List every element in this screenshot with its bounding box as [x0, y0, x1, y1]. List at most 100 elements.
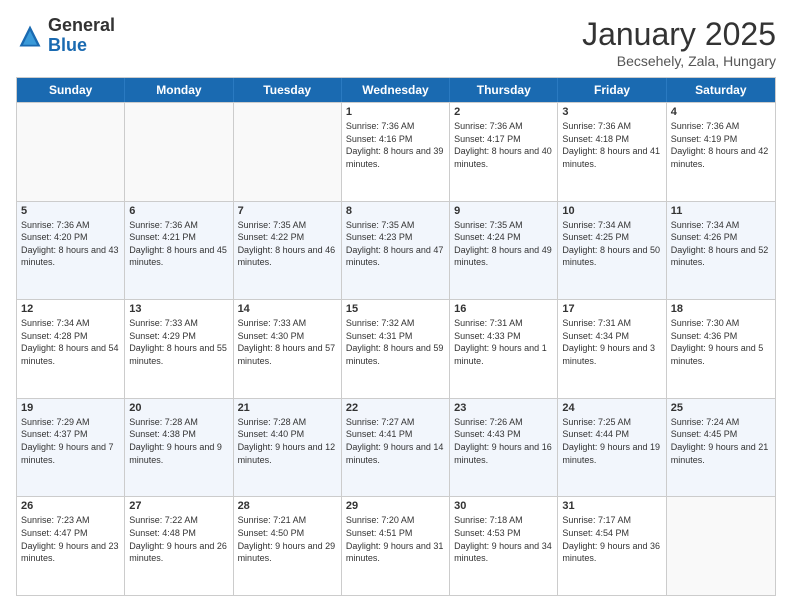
cell-text: Sunrise: 7:28 AM Sunset: 4:40 PM Dayligh… [238, 416, 337, 466]
calendar: SundayMondayTuesdayWednesdayThursdayFrid… [16, 77, 776, 596]
calendar-cell-day-25: 25Sunrise: 7:24 AM Sunset: 4:45 PM Dayli… [667, 399, 775, 497]
calendar-cell-day-9: 9Sunrise: 7:35 AM Sunset: 4:24 PM Daylig… [450, 202, 558, 300]
day-number: 1 [346, 106, 445, 118]
calendar-cell-empty [234, 103, 342, 201]
day-number: 10 [562, 205, 661, 217]
calendar-cell-day-15: 15 Sunrise: 7:32 AM Sunset: 4:31 PM Dayli… [342, 300, 450, 398]
cell-text: Sunrise: 7:26 AM Sunset: 4:43 PM Dayligh… [454, 416, 553, 466]
cell-text: Sunrise: 7:35 AM Sunset: 4:24 PM Dayligh… [454, 219, 553, 269]
calendar-cell-day-18: 18Sunrise: 7:30 AM Sunset: 4:36 PM Dayli… [667, 300, 775, 398]
cell-text: Sunrise: 7:28 AM Sunset: 4:38 PM Dayligh… [129, 416, 228, 466]
calendar-row-2: 5Sunrise: 7:36 AM Sunset: 4:20 PM Daylig… [17, 201, 775, 300]
calendar-cell-day-26: 26Sunrise: 7:23 AM Sunset: 4:47 PM Dayli… [17, 497, 125, 595]
calendar-cell-day-3: 3Sunrise: 7:36 AM Sunset: 4:18 PM Daylig… [558, 103, 666, 201]
calendar-row-3: 12Sunrise: 7:34 AM Sunset: 4:28 PM Dayli… [17, 299, 775, 398]
day-number: 16 [454, 303, 553, 315]
cell-text: Sunrise: 7:36 AM Sunset: 4:16 PM Dayligh… [346, 120, 445, 170]
cell-text: Sunrise: 7:21 AM Sunset: 4:50 PM Dayligh… [238, 514, 337, 564]
calendar-body: 1 Sunrise: 7:36 AM Sunset: 4:16 PM Daylig… [17, 102, 775, 595]
day-number: 8 [346, 205, 445, 217]
cell-text: Sunrise: 7:22 AM Sunset: 4:48 PM Dayligh… [129, 514, 228, 564]
day-number: 13 [129, 303, 228, 315]
cell-text: Sunrise: 7:36 AM Sunset: 4:20 PM Dayligh… [21, 219, 120, 269]
cell-text: Sunrise: 7:25 AM Sunset: 4:44 PM Dayligh… [562, 416, 661, 466]
cell-text: Sunrise: 7:36 AM Sunset: 4:21 PM Dayligh… [129, 219, 228, 269]
day-number: 15 [346, 303, 445, 315]
calendar-cell-day-24: 24Sunrise: 7:25 AM Sunset: 4:44 PM Dayli… [558, 399, 666, 497]
cell-text: Sunrise: 7:33 AM Sunset: 4:29 PM Dayligh… [129, 317, 228, 367]
calendar-cell-day-6: 6 Sunrise: 7:36 AM Sunset: 4:21 PM Daylig… [125, 202, 233, 300]
cell-text: Sunrise: 7:34 AM Sunset: 4:25 PM Dayligh… [562, 219, 661, 269]
cell-text: Sunrise: 7:34 AM Sunset: 4:28 PM Dayligh… [21, 317, 120, 367]
cell-text: Sunrise: 7:18 AM Sunset: 4:53 PM Dayligh… [454, 514, 553, 564]
day-number: 27 [129, 500, 228, 512]
day-number: 21 [238, 402, 337, 414]
calendar-cell-day-13: 13 Sunrise: 7:33 AM Sunset: 4:29 PM Dayli… [125, 300, 233, 398]
cell-text: Sunrise: 7:34 AM Sunset: 4:26 PM Dayligh… [671, 219, 771, 269]
calendar-cell-day-17: 17Sunrise: 7:31 AM Sunset: 4:34 PM Dayli… [558, 300, 666, 398]
calendar-cell-day-19: 19Sunrise: 7:29 AM Sunset: 4:37 PM Dayli… [17, 399, 125, 497]
calendar-cell-day-2: 2 Sunrise: 7:36 AM Sunset: 4:17 PM Daylig… [450, 103, 558, 201]
day-number: 2 [454, 106, 553, 118]
calendar-cell-day-5: 5Sunrise: 7:36 AM Sunset: 4:20 PM Daylig… [17, 202, 125, 300]
calendar-cell-empty [17, 103, 125, 201]
calendar-cell-day-20: 20 Sunrise: 7:28 AM Sunset: 4:38 PM Dayli… [125, 399, 233, 497]
calendar-cell-day-4: 4Sunrise: 7:36 AM Sunset: 4:19 PM Daylig… [667, 103, 775, 201]
cell-text: Sunrise: 7:32 AM Sunset: 4:31 PM Dayligh… [346, 317, 445, 367]
calendar-row-4: 19Sunrise: 7:29 AM Sunset: 4:37 PM Dayli… [17, 398, 775, 497]
cell-text: Sunrise: 7:33 AM Sunset: 4:30 PM Dayligh… [238, 317, 337, 367]
cell-text: Sunrise: 7:36 AM Sunset: 4:17 PM Dayligh… [454, 120, 553, 170]
logo-text: General Blue [48, 16, 115, 56]
calendar-header-saturday: Saturday [667, 78, 775, 102]
header: General Blue January 2025 Becsehely, Zal… [16, 16, 776, 69]
calendar-cell-day-29: 29 Sunrise: 7:20 AM Sunset: 4:51 PM Dayli… [342, 497, 450, 595]
cell-text: Sunrise: 7:35 AM Sunset: 4:23 PM Dayligh… [346, 219, 445, 269]
cell-text: Sunrise: 7:31 AM Sunset: 4:33 PM Dayligh… [454, 317, 553, 367]
calendar-cell-day-12: 12Sunrise: 7:34 AM Sunset: 4:28 PM Dayli… [17, 300, 125, 398]
calendar-header-row: SundayMondayTuesdayWednesdayThursdayFrid… [17, 78, 775, 102]
day-number: 17 [562, 303, 661, 315]
calendar-row-5: 26Sunrise: 7:23 AM Sunset: 4:47 PM Dayli… [17, 496, 775, 595]
calendar-cell-day-16: 16 Sunrise: 7:31 AM Sunset: 4:33 PM Dayli… [450, 300, 558, 398]
cell-text: Sunrise: 7:24 AM Sunset: 4:45 PM Dayligh… [671, 416, 771, 466]
calendar-cell-day-21: 21 Sunrise: 7:28 AM Sunset: 4:40 PM Dayli… [234, 399, 342, 497]
day-number: 6 [129, 205, 228, 217]
calendar-cell-day-14: 14 Sunrise: 7:33 AM Sunset: 4:30 PM Dayli… [234, 300, 342, 398]
calendar-row-1: 1 Sunrise: 7:36 AM Sunset: 4:16 PM Daylig… [17, 102, 775, 201]
day-number: 22 [346, 402, 445, 414]
calendar-cell-day-27: 27 Sunrise: 7:22 AM Sunset: 4:48 PM Dayli… [125, 497, 233, 595]
day-number: 11 [671, 205, 771, 217]
title-block: January 2025 Becsehely, Zala, Hungary [582, 16, 776, 69]
calendar-header-sunday: Sunday [17, 78, 125, 102]
cell-text: Sunrise: 7:20 AM Sunset: 4:51 PM Dayligh… [346, 514, 445, 564]
page: General Blue January 2025 Becsehely, Zal… [0, 0, 792, 612]
calendar-header-monday: Monday [125, 78, 233, 102]
calendar-cell-day-11: 11 Sunrise: 7:34 AM Sunset: 4:26 PM Dayli… [667, 202, 775, 300]
calendar-cell-day-23: 23Sunrise: 7:26 AM Sunset: 4:43 PM Dayli… [450, 399, 558, 497]
logo-icon [16, 22, 44, 50]
cell-text: Sunrise: 7:35 AM Sunset: 4:22 PM Dayligh… [238, 219, 337, 269]
calendar-cell-day-28: 28 Sunrise: 7:21 AM Sunset: 4:50 PM Dayli… [234, 497, 342, 595]
day-number: 18 [671, 303, 771, 315]
cell-text: Sunrise: 7:17 AM Sunset: 4:54 PM Dayligh… [562, 514, 661, 564]
calendar-cell-day-22: 22 Sunrise: 7:27 AM Sunset: 4:41 PM Dayli… [342, 399, 450, 497]
calendar-cell-empty [667, 497, 775, 595]
location-subtitle: Becsehely, Zala, Hungary [582, 53, 776, 69]
calendar-cell-day-30: 30 Sunrise: 7:18 AM Sunset: 4:53 PM Dayli… [450, 497, 558, 595]
day-number: 26 [21, 500, 120, 512]
day-number: 20 [129, 402, 228, 414]
day-number: 30 [454, 500, 553, 512]
logo: General Blue [16, 16, 115, 56]
day-number: 28 [238, 500, 337, 512]
day-number: 31 [562, 500, 661, 512]
calendar-cell-day-31: 31 Sunrise: 7:17 AM Sunset: 4:54 PM Dayli… [558, 497, 666, 595]
calendar-header-friday: Friday [558, 78, 666, 102]
calendar-header-thursday: Thursday [450, 78, 558, 102]
calendar-cell-day-8: 8 Sunrise: 7:35 AM Sunset: 4:23 PM Daylig… [342, 202, 450, 300]
calendar-header-wednesday: Wednesday [342, 78, 450, 102]
calendar-cell-day-7: 7Sunrise: 7:35 AM Sunset: 4:22 PM Daylig… [234, 202, 342, 300]
day-number: 29 [346, 500, 445, 512]
cell-text: Sunrise: 7:27 AM Sunset: 4:41 PM Dayligh… [346, 416, 445, 466]
day-number: 14 [238, 303, 337, 315]
day-number: 4 [671, 106, 771, 118]
